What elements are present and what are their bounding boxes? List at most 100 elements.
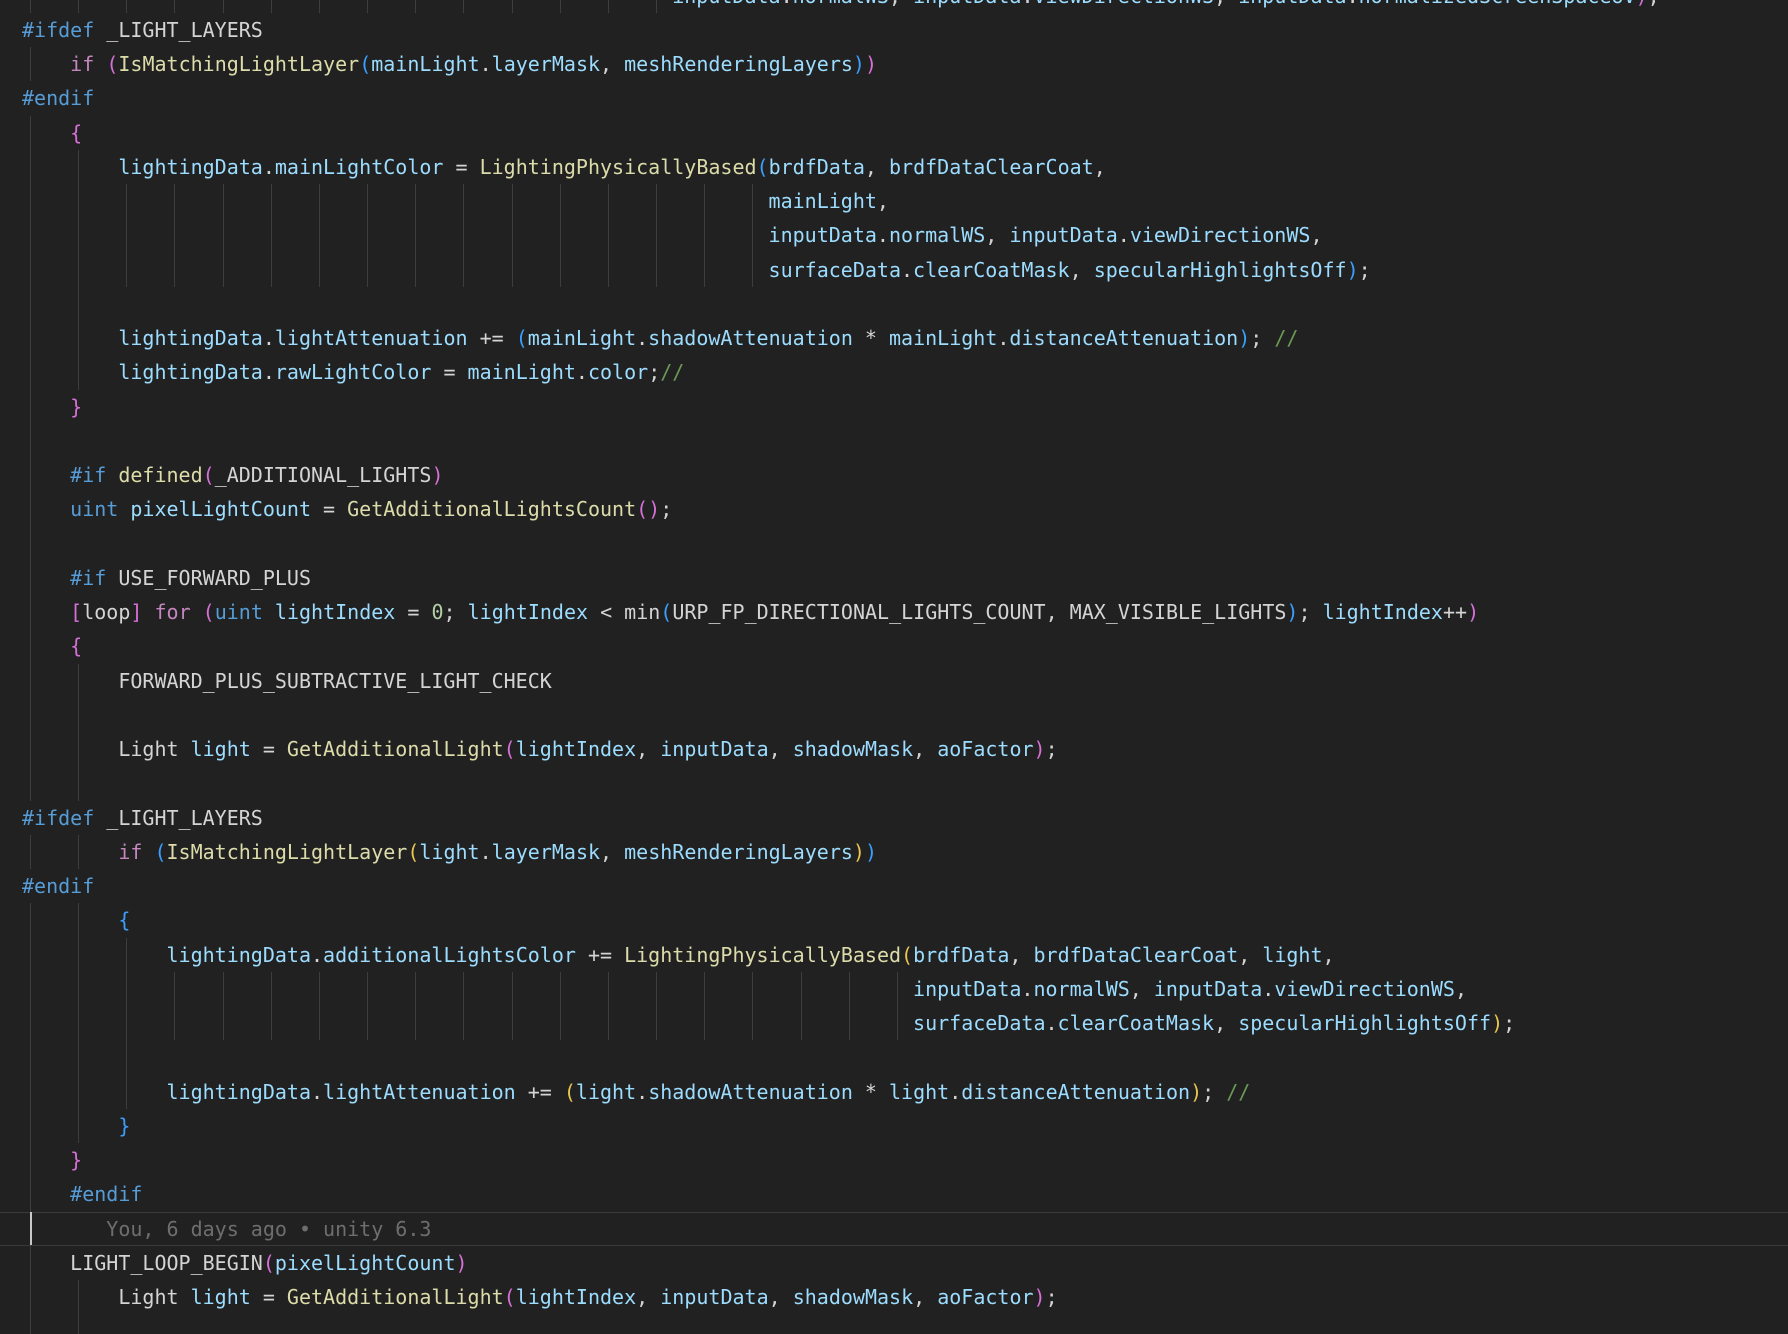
code-line[interactable]: lightingData.rawLightColor = mainLight.c…	[0, 355, 1788, 389]
code-token: GetAdditionalLight	[287, 737, 504, 761]
code-line[interactable]	[0, 1314, 1788, 1334]
indent-guide	[78, 0, 79, 13]
code-line[interactable]	[0, 1040, 1788, 1074]
code-line[interactable]	[0, 424, 1788, 458]
indent-guide	[30, 1143, 31, 1177]
code-line[interactable]: #if USE_FORWARD_PLUS	[0, 561, 1788, 595]
code-line[interactable]: #if defined(_ADDITIONAL_LIGHTS)	[0, 458, 1788, 492]
code-token: light	[191, 1285, 251, 1309]
code-token: )	[1467, 600, 1479, 624]
code-line[interactable]	[0, 766, 1788, 800]
code-token: pixelLightCount	[130, 497, 311, 521]
code-line[interactable]: FORWARD_PLUS_SUBTRACTIVE_LIGHT_CHECK	[0, 664, 1788, 698]
code-token: USE_FORWARD_PLUS	[106, 566, 311, 590]
code-token: surfaceData	[769, 258, 901, 282]
code-token: lightingData	[167, 1080, 312, 1104]
line-content: #endif	[22, 86, 94, 110]
code-token: _LIGHT_LAYERS	[94, 806, 263, 830]
code-line[interactable]: if (IsMatchingLightLayer(light.layerMask…	[0, 835, 1788, 869]
indent-guide	[78, 287, 79, 321]
code-line[interactable]: }	[0, 390, 1788, 424]
code-line[interactable]: #ifdef _LIGHT_LAYERS	[0, 801, 1788, 835]
code-token: )	[431, 463, 443, 487]
code-line[interactable]: mainLight,	[0, 184, 1788, 218]
code-token: .	[1262, 977, 1274, 1001]
indent-guide	[30, 972, 31, 1006]
code-token: (	[203, 463, 215, 487]
code-token: ,	[636, 1285, 660, 1309]
code-line[interactable]: #endif	[0, 1177, 1788, 1211]
code-token: aoFactor	[937, 737, 1033, 761]
code-line[interactable]: inputData.normalWS, inputData.viewDirect…	[0, 972, 1788, 1006]
code-line[interactable]: #ifdef _LIGHT_LAYERS	[0, 13, 1788, 47]
code-token: lightIndex	[1323, 600, 1443, 624]
code-line[interactable]: #endif	[0, 81, 1788, 115]
code-line[interactable]	[0, 698, 1788, 732]
code-line[interactable]	[0, 527, 1788, 561]
indent-guide	[319, 218, 320, 252]
indent-guide	[30, 629, 31, 663]
code-token: )	[1636, 0, 1648, 8]
code-token: .	[1021, 977, 1033, 1001]
code-token: }	[70, 1148, 82, 1172]
git-blame-annotation[interactable]: You, 6 days ago • unity 6.3	[0, 1212, 1788, 1246]
indent-guide	[30, 1040, 31, 1074]
code-line[interactable]: uint pixelLightCount = GetAdditionalLigh…	[0, 492, 1788, 526]
indent-guide	[30, 595, 31, 629]
indent-spaces	[22, 1080, 167, 1104]
code-token: clearCoatMask	[1058, 1011, 1215, 1035]
code-line[interactable]: lightingData.additionalLightsColor += Li…	[0, 938, 1788, 972]
code-token: .	[1347, 0, 1359, 8]
indent-guide	[271, 972, 272, 1006]
code-line[interactable]: Light light = GetAdditionalLight(lightIn…	[0, 1280, 1788, 1314]
code-line[interactable]: }	[0, 1109, 1788, 1143]
code-line[interactable]: LIGHT_LOOP_BEGIN(pixelLightCount)	[0, 1246, 1788, 1280]
code-line[interactable]: {	[0, 903, 1788, 937]
code-line[interactable]: inputData.normalWS, inputData.viewDirect…	[0, 218, 1788, 252]
indent-guide	[271, 218, 272, 252]
code-line[interactable]: #endif	[0, 869, 1788, 903]
code-line[interactable]: lightingData.lightAttenuation += (light.…	[0, 1075, 1788, 1109]
code-token: normalWS	[889, 223, 985, 247]
code-token: LIGHT_LOOP_BEGIN	[70, 1251, 263, 1275]
code-editor[interactable]: inputData.normalWS, inputData.viewDirect…	[0, 0, 1788, 1334]
code-line[interactable]: surfaceData.clearCoatMask, specularHighl…	[0, 1006, 1788, 1040]
indent-guide	[704, 253, 705, 287]
code-token: inputData	[913, 977, 1021, 1001]
indent-spaces	[22, 669, 118, 693]
code-line[interactable]: surfaceData.clearCoatMask, specularHighl…	[0, 253, 1788, 287]
code-token: ,	[985, 223, 1009, 247]
code-token: light	[576, 1080, 636, 1104]
indent-guide	[367, 972, 368, 1006]
code-token: mainLightColor	[275, 155, 444, 179]
code-line[interactable]: inputData.normalWS, inputData.viewDirect…	[0, 0, 1788, 13]
indent-guide	[656, 218, 657, 252]
line-content: }	[22, 395, 82, 419]
indent-guide	[560, 1006, 561, 1040]
code-token: ;	[444, 600, 468, 624]
code-line[interactable]: [loop] for (uint lightIndex = 0; lightIn…	[0, 595, 1788, 629]
code-line[interactable]: {	[0, 116, 1788, 150]
code-line[interactable]	[0, 287, 1788, 321]
line-content: lightingData.rawLightColor = mainLight.c…	[22, 360, 684, 384]
code-token: for	[154, 600, 190, 624]
indent-guide	[126, 938, 127, 972]
code-line[interactable]: lightingData.mainLightColor = LightingPh…	[0, 150, 1788, 184]
code-line[interactable]: }	[0, 1143, 1788, 1177]
indent-guide	[608, 1006, 609, 1040]
code-token: lightIndex	[516, 1285, 636, 1309]
code-line[interactable]: lightingData.lightAttenuation += (mainLi…	[0, 321, 1788, 355]
indent-guide	[656, 972, 657, 1006]
code-line[interactable]: if (IsMatchingLightLayer(mainLight.layer…	[0, 47, 1788, 81]
code-token: mainLight	[371, 52, 479, 76]
indent-spaces	[22, 1217, 106, 1241]
indent-guide	[126, 972, 127, 1006]
code-line[interactable]: Light light = GetAdditionalLight(lightIn…	[0, 732, 1788, 766]
code-token: specularHighlightsOff	[1094, 258, 1347, 282]
code-token: _ADDITIONAL_LIGHTS	[215, 463, 432, 487]
code-line[interactable]: {	[0, 629, 1788, 663]
code-token: inputData	[1154, 977, 1262, 1001]
code-token: .	[311, 943, 323, 967]
code-token: You, 6 days ago • unity 6.3	[106, 1217, 431, 1241]
code-token: ,	[1094, 155, 1106, 179]
